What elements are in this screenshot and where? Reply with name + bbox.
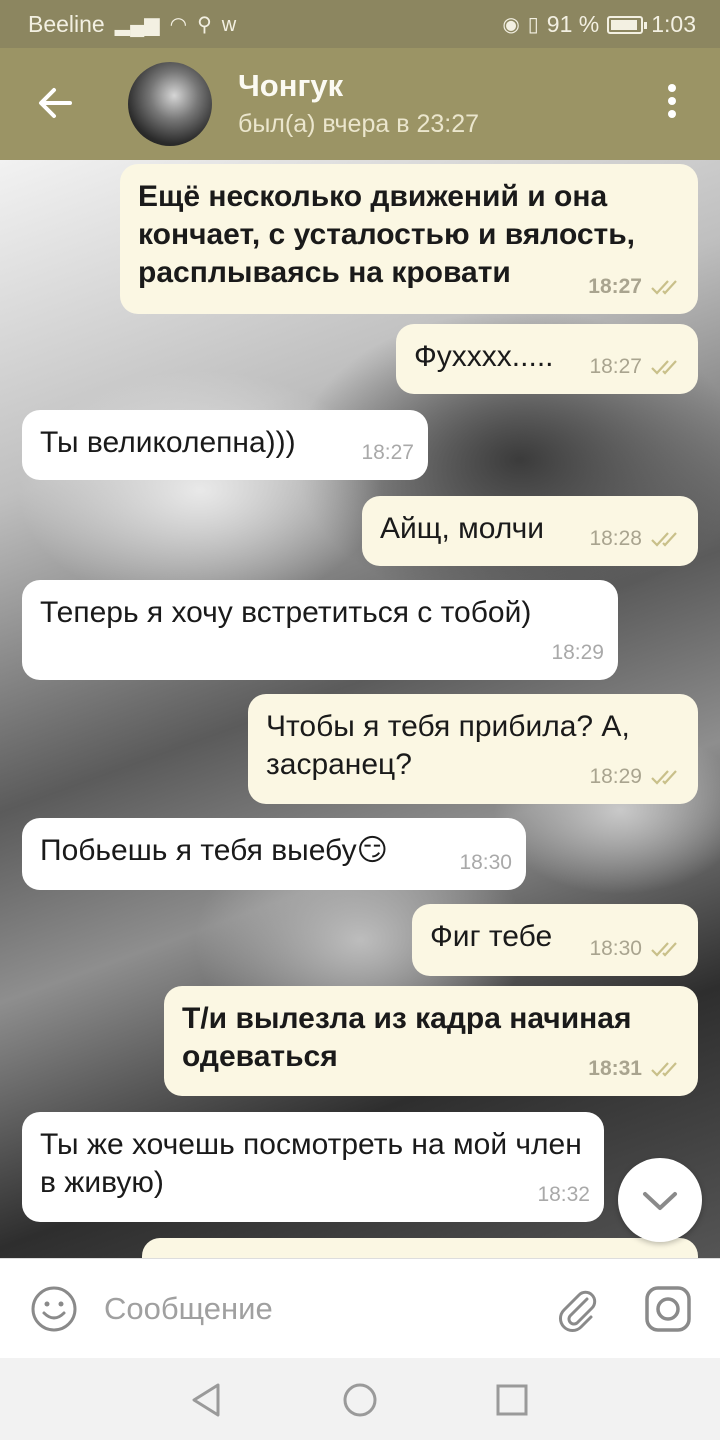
- vibrate-icon: ▯: [527, 13, 539, 36]
- signal-icon: ▂▄▆: [114, 13, 160, 36]
- message-bubble-partial[interactable]: [142, 1238, 698, 1258]
- message-text: Ты великолепна))): [40, 426, 296, 459]
- back-arrow-icon[interactable]: [30, 78, 80, 128]
- nav-back-icon[interactable]: [186, 1380, 226, 1420]
- message-text: Айщ, молчи: [380, 512, 545, 545]
- message-time: 18:28: [589, 527, 642, 550]
- scroll-down-button[interactable]: [618, 1158, 702, 1242]
- nav-recents-icon[interactable]: [492, 1380, 532, 1420]
- battery-icon: [607, 15, 648, 34]
- message-time: 18:27: [589, 355, 642, 378]
- message-time: 18:27: [588, 275, 642, 298]
- message-text: Фиг тебе: [430, 920, 553, 953]
- message-time: 18:29: [551, 641, 604, 664]
- message-bubble[interactable]: Теперь я хочу встретиться с тобой) 18:29: [22, 580, 618, 680]
- message-bubble[interactable]: Фухххх..... 18:27: [396, 324, 698, 394]
- message-text: Теперь я хочу встретиться с тобой): [40, 596, 532, 629]
- read-ticks-icon: [651, 770, 677, 785]
- read-ticks-icon: [651, 280, 677, 295]
- message-time: 18:30: [459, 851, 512, 874]
- message-text: Побьешь я тебя выебу😏: [40, 834, 388, 867]
- eye-icon: ◉: [502, 13, 520, 36]
- status-bar: Beeline ▂▄▆ ◠ ⚲ w ◉ ▯ 91 % 1:03: [0, 0, 720, 48]
- message-bubble[interactable]: Фиг тебе 18:30: [412, 904, 698, 976]
- carrier-name: Beeline: [28, 11, 105, 37]
- more-vertical-icon[interactable]: [660, 84, 684, 126]
- message-bubble[interactable]: Ещё несколько движений и она кончает, с …: [120, 164, 698, 314]
- nav-home-icon[interactable]: [340, 1380, 380, 1420]
- message-text: Фухххх.....: [414, 340, 554, 373]
- message-composer: [0, 1258, 720, 1359]
- message-text: Ты же хочешь посмотреть на мой член в жи…: [40, 1128, 582, 1199]
- clock: 1:03: [651, 11, 696, 37]
- battery-percent: 91 %: [546, 11, 600, 37]
- message-time: 18:30: [589, 937, 642, 960]
- message-time: 18:29: [589, 765, 642, 788]
- chevron-down-icon: [643, 1192, 677, 1210]
- read-ticks-icon: [651, 942, 677, 957]
- avatar[interactable]: [128, 62, 212, 146]
- camera-icon[interactable]: [644, 1285, 692, 1333]
- message-text: Чтобы я тебя прибила? А, засранец?: [266, 710, 630, 781]
- message-bubble[interactable]: Ты же хочешь посмотреть на мой член в жи…: [22, 1112, 604, 1222]
- paperclip-icon[interactable]: [553, 1285, 601, 1333]
- message-bubble[interactable]: Т/и вылезла из кадра начиная одеваться 1…: [164, 986, 698, 1096]
- message-input[interactable]: [104, 1287, 524, 1331]
- system-navigation-bar: [0, 1358, 720, 1440]
- message-time: 18:31: [588, 1057, 642, 1080]
- contact-name[interactable]: Чонгук: [238, 68, 343, 104]
- message-time: 18:32: [537, 1183, 590, 1206]
- read-ticks-icon: [651, 1062, 677, 1077]
- contact-last-seen: был(а) вчера в 23:27: [238, 110, 480, 138]
- chat-header: Чонгук был(а) вчера в 23:27: [0, 48, 720, 160]
- emoji-icon[interactable]: [30, 1285, 78, 1333]
- message-bubble[interactable]: Ты великолепна))) 18:27: [22, 410, 428, 480]
- message-time: 18:27: [361, 441, 414, 464]
- message-text: Ещё несколько движений и она кончает, с …: [138, 180, 636, 289]
- read-ticks-icon: [651, 360, 677, 375]
- message-bubble[interactable]: Айщ, молчи 18:28: [362, 496, 698, 566]
- search-icon: ⚲: [197, 13, 212, 36]
- message-list[interactable]: Ещё несколько движений и она кончает, с …: [0, 160, 720, 1258]
- app-notification-icon: w: [221, 13, 237, 36]
- message-bubble[interactable]: Побьешь я тебя выебу😏 18:30: [22, 818, 526, 890]
- wifi-icon: ◠: [169, 13, 188, 36]
- message-text: Т/и вылезла из кадра начиная одеваться: [182, 1002, 632, 1073]
- read-ticks-icon: [651, 532, 677, 547]
- message-bubble[interactable]: Чтобы я тебя прибила? А, засранец? 18:29: [248, 694, 698, 804]
